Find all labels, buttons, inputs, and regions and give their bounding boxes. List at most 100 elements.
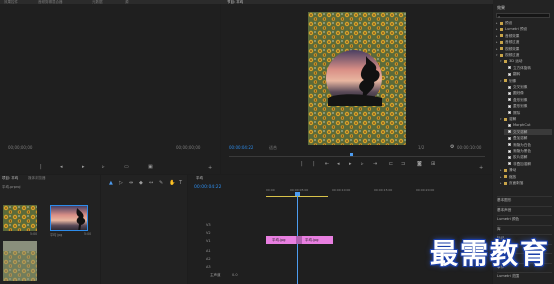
step-back-icon[interactable]: ◂ <box>60 165 63 170</box>
effects-item[interactable]: ▸ 滑动 <box>500 167 516 173</box>
effect-icon <box>508 104 511 108</box>
effects-search-input[interactable]: ⌕ <box>496 13 550 19</box>
effects-item[interactable]: ▸ 音频效果 <box>496 33 519 39</box>
effects-item-label: Lumetri 预设 <box>505 27 528 32</box>
effects-item[interactable]: 非叠加溶解 <box>504 161 531 167</box>
program-playhead[interactable] <box>350 153 353 156</box>
watermark-logo: 最需教育 <box>430 237 551 270</box>
effects-item[interactable]: ▸ Lumetri 预设 <box>496 26 527 32</box>
track-label[interactable]: A3 <box>206 265 211 269</box>
folder-icon <box>504 181 507 185</box>
transition-marker[interactable] <box>296 236 302 244</box>
button-editor-icon[interactable]: ⊞ <box>431 162 435 167</box>
extract-icon[interactable]: ⊐ <box>401 162 405 167</box>
scale-dropdown[interactable]: 1/2 <box>418 145 424 150</box>
lift-icon[interactable]: ⊏ <box>389 162 393 167</box>
go-to-out-icon[interactable]: ⇥ <box>373 162 377 167</box>
mark-in-icon[interactable]: | <box>301 162 303 167</box>
sunset-thumbnail <box>51 206 87 230</box>
effects-item-label: MorphCut <box>513 123 531 128</box>
project-thumb-sunflower[interactable] <box>3 205 37 231</box>
track-label[interactable]: V1 <box>206 239 211 243</box>
panel-menu-item[interactable]: 库 <box>497 224 552 231</box>
panel-menu-item[interactable]: Lumetri 颜色 <box>497 215 552 221</box>
pen-icon[interactable]: ✎ <box>159 181 163 186</box>
selection-tool-icon[interactable]: ▲ <box>109 181 113 186</box>
program-scrub-bar[interactable] <box>229 156 485 157</box>
step-back-icon[interactable]: ◂ <box>337 162 340 167</box>
project-item-name: 平均 jpg <box>50 233 63 237</box>
slip-icon[interactable]: ↔ <box>149 181 153 186</box>
timeline-tab[interactable]: 平均 <box>196 176 203 181</box>
effects-item[interactable]: 立方体旋转 <box>504 65 531 71</box>
track-label[interactable]: V3 <box>206 223 211 227</box>
play-icon[interactable]: ▸ <box>82 165 85 170</box>
step-forward-icon[interactable]: ▹ <box>361 162 364 167</box>
effects-item-label: 渐隐为白色 <box>513 142 531 147</box>
search-icon: ⌕ <box>498 14 501 19</box>
project-item-duration: 5:00 <box>30 232 38 236</box>
track-label[interactable]: A1 <box>206 249 211 253</box>
effects-item[interactable]: 盒形划像 <box>504 97 527 103</box>
panel-menu-item[interactable]: 基本声音 <box>497 205 552 212</box>
type-tool-icon[interactable]: T <box>179 181 182 186</box>
overwrite-icon[interactable]: ▣ <box>148 165 153 170</box>
effects-item[interactable]: 交叉溶解 <box>504 128 552 135</box>
add-button-icon[interactable]: + <box>479 166 483 171</box>
wrench-icon[interactable]: ⚙ <box>450 144 454 150</box>
folder-icon <box>500 53 503 57</box>
panel-menu-item[interactable]: 基本图形 <box>497 196 552 202</box>
effects-item[interactable]: 擦除 <box>504 110 520 116</box>
play-icon[interactable]: ▸ <box>349 162 352 167</box>
effects-item-label: 立方体旋转 <box>513 65 531 70</box>
step-forward-icon[interactable]: ▹ <box>102 165 105 170</box>
effects-item[interactable]: ▸ 预设 <box>496 20 512 26</box>
tab-media-browser[interactable]: 媒体浏览器 <box>28 176 46 181</box>
effect-icon <box>508 72 511 76</box>
sunflower-field-image <box>308 12 406 145</box>
tab-project[interactable]: 项目: 平均 <box>2 176 18 181</box>
add-button-icon[interactable]: + <box>208 166 212 171</box>
track-select-icon[interactable]: ▷ <box>119 181 123 186</box>
insert-icon[interactable]: ▭ <box>124 165 129 170</box>
field-thumbnail <box>3 241 37 281</box>
effects-item[interactable]: ▾ 划像 <box>500 78 516 84</box>
effects-item[interactable]: ▸ 页面剥落 <box>500 180 523 186</box>
effects-item[interactable]: ▸ 缩放 <box>500 174 516 180</box>
timeline-clip[interactable]: 平均.jpg <box>266 236 298 244</box>
effects-item[interactable]: 胶片溶解 <box>504 154 527 160</box>
master-track-value[interactable]: 0.0 <box>232 273 238 277</box>
effects-item[interactable]: MorphCut <box>504 122 531 128</box>
mark-in-icon[interactable]: | <box>40 165 42 170</box>
ruler-tick: 00:00:15:00 <box>374 188 393 192</box>
mark-out-icon[interactable]: | <box>313 162 315 167</box>
track-label[interactable]: V2 <box>206 231 211 235</box>
effects-item[interactable]: 翻转 <box>504 71 520 77</box>
hand-icon[interactable]: ✋ <box>169 181 175 186</box>
fit-dropdown[interactable]: 适合 <box>269 145 277 151</box>
timeline-ruler[interactable]: 00:00 00:00:05:00 00:00:10:00 00:00:15:0… <box>266 188 446 194</box>
effects-item[interactable]: 渐隐为白色 <box>504 142 531 148</box>
effects-item[interactable]: 渐隐为黑色 <box>504 148 531 154</box>
effects-item[interactable]: 菱形划像 <box>504 103 527 109</box>
effects-item[interactable]: 交叉划像 <box>504 84 527 90</box>
playhead-handle[interactable] <box>295 192 300 196</box>
effects-item-label: 菱形划像 <box>513 104 528 109</box>
project-thumb-sunset[interactable] <box>50 205 88 231</box>
ripple-edit-icon[interactable]: ⇹ <box>129 181 133 186</box>
effects-item[interactable]: ▾ 溶解 <box>500 116 516 122</box>
effect-icon <box>508 111 511 115</box>
effects-item[interactable]: ▸ 视频效果 <box>496 46 519 52</box>
timeline-clip[interactable]: 平均.jpg <box>299 236 333 244</box>
effects-item[interactable]: 叠加溶解 <box>504 135 527 141</box>
track-label[interactable]: A2 <box>206 257 211 261</box>
camera-icon[interactable]: ◙ <box>417 162 422 167</box>
effects-item[interactable]: ▾ 3D 运动 <box>500 58 522 64</box>
panel-menu-item[interactable]: Lumetri 范围 <box>497 272 552 278</box>
effects-item[interactable]: ▸ 音频过渡 <box>496 39 519 45</box>
razor-icon[interactable]: ◆ <box>139 181 143 186</box>
go-to-in-icon[interactable]: ⇤ <box>325 162 329 167</box>
effects-item[interactable]: 圆划像 <box>504 90 524 96</box>
effects-item[interactable]: ▾ 视频过渡 <box>496 52 519 58</box>
project-thumb-field[interactable] <box>3 241 37 281</box>
